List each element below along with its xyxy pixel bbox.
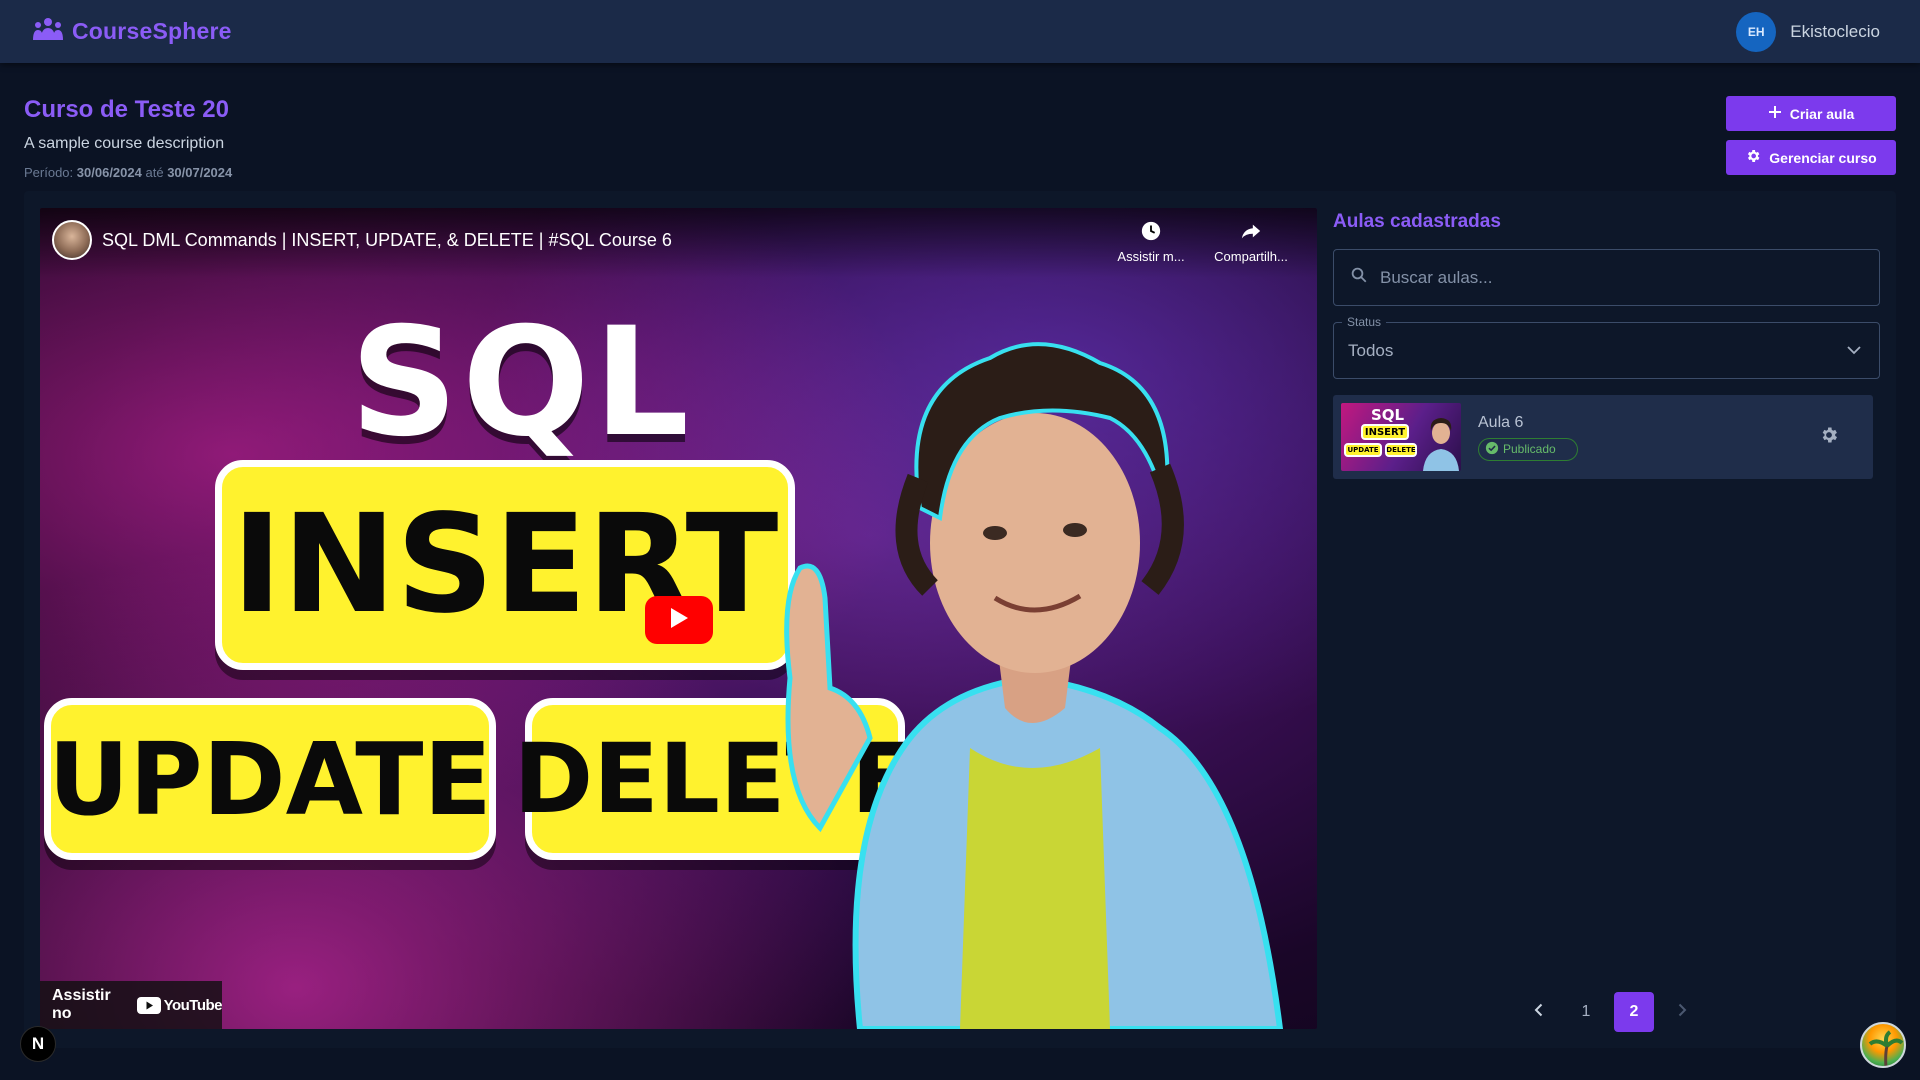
course-description: A sample course description bbox=[24, 135, 225, 152]
share-arrow-icon bbox=[1240, 224, 1262, 245]
dev-tools-badge[interactable]: N bbox=[20, 1026, 56, 1062]
clock-icon bbox=[1140, 221, 1162, 245]
status-select[interactable]: Status Todos bbox=[1333, 315, 1880, 379]
user-menu[interactable]: EH Ekistoclecio bbox=[1736, 11, 1880, 52]
palm-tree-icon bbox=[1868, 1030, 1904, 1066]
presenter-image bbox=[784, 342, 1284, 1029]
pagination-next-button[interactable] bbox=[1662, 992, 1702, 1032]
share-button[interactable]: Compartilh... bbox=[1206, 220, 1296, 264]
play-button[interactable] bbox=[645, 596, 713, 644]
youtube-icon bbox=[136, 996, 161, 1014]
search-input[interactable] bbox=[1380, 267, 1850, 288]
chevron-left-icon bbox=[1534, 1003, 1543, 1022]
thumbnail-update-text: UPDATE bbox=[44, 698, 496, 860]
pagination: 1 2 bbox=[1518, 992, 1702, 1032]
course-title: Curso de Teste 20 bbox=[24, 96, 229, 123]
brand[interactable]: CourseSphere bbox=[32, 16, 232, 47]
lesson-thumb-insert: INSERT bbox=[1361, 424, 1409, 440]
youtube-logo: YouTube bbox=[136, 996, 223, 1014]
lesson-thumb-sql: SQL bbox=[1371, 406, 1405, 424]
pagination-prev-button[interactable] bbox=[1518, 992, 1558, 1032]
watch-later-label: Assistir m... bbox=[1117, 249, 1185, 264]
lesson-thumb-presenter bbox=[1423, 418, 1459, 471]
watch-on-youtube-button[interactable]: Assistir no YouTube bbox=[40, 981, 223, 1029]
gear-icon bbox=[1745, 148, 1761, 167]
lesson-card[interactable]: SQL INSERT UPDATE DELETE Aula 6 Publicad… bbox=[1333, 395, 1873, 479]
period-label: Período: bbox=[24, 165, 74, 180]
brand-name: CourseSphere bbox=[72, 18, 232, 44]
user-name: Ekistoclecio bbox=[1790, 21, 1880, 41]
play-icon bbox=[669, 607, 689, 634]
status-selected-value: Todos bbox=[1348, 340, 1394, 360]
thumbnail-sql-text: SQL bbox=[350, 296, 694, 470]
lesson-search[interactable] bbox=[1333, 249, 1880, 306]
watch-later-button[interactable]: Assistir m... bbox=[1106, 220, 1196, 264]
lesson-name: Aula 6 bbox=[1478, 413, 1524, 431]
pagination-page-2[interactable]: 2 bbox=[1614, 992, 1654, 1032]
app-header: CourseSphere EH Ekistoclecio bbox=[0, 0, 1920, 63]
status-badge-label: Publicado bbox=[1503, 442, 1556, 456]
floating-avatar-button[interactable] bbox=[1860, 1022, 1906, 1068]
people-group-icon bbox=[32, 16, 64, 47]
video-title[interactable]: SQL DML Commands | INSERT, UPDATE, & DEL… bbox=[102, 230, 672, 251]
lesson-thumb-delete: DELETE bbox=[1385, 443, 1417, 457]
user-avatar[interactable]: EH bbox=[1736, 11, 1777, 52]
video-player[interactable]: SQL INSERT UPDATE DELETE SQL DML Command… bbox=[40, 208, 1317, 1029]
lesson-info: Aula 6 Publicado bbox=[1478, 414, 1578, 461]
period-between: até bbox=[145, 165, 164, 180]
period-start: 30/06/2024 bbox=[76, 165, 142, 180]
status-badge: Publicado bbox=[1478, 437, 1578, 461]
pagination-page-1[interactable]: 1 bbox=[1566, 992, 1606, 1032]
status-label: Status bbox=[1342, 315, 1387, 329]
create-lesson-button[interactable]: Criar aula bbox=[1726, 96, 1896, 131]
manage-course-label: Gerenciar curso bbox=[1769, 149, 1877, 166]
chevron-right-icon bbox=[1678, 1003, 1687, 1022]
lessons-section-title: Aulas cadastradas bbox=[1333, 211, 1501, 232]
check-circle-icon bbox=[1485, 441, 1499, 458]
create-lesson-label: Criar aula bbox=[1789, 105, 1855, 122]
gear-icon bbox=[1822, 427, 1837, 443]
period-end: 30/07/2024 bbox=[167, 165, 233, 180]
lesson-settings-button[interactable] bbox=[1819, 425, 1843, 449]
youtube-wordmark: YouTube bbox=[163, 996, 223, 1014]
share-label: Compartilh... bbox=[1214, 249, 1288, 264]
manage-course-button[interactable]: Gerenciar curso bbox=[1726, 140, 1896, 175]
search-icon bbox=[1350, 266, 1368, 289]
plus-icon bbox=[1768, 105, 1782, 122]
watch-on-label: Assistir no bbox=[52, 987, 111, 1022]
chevron-down-icon bbox=[1847, 342, 1861, 360]
lesson-thumb-update: UPDATE bbox=[1344, 443, 1382, 457]
lesson-thumbnail: SQL INSERT UPDATE DELETE bbox=[1341, 403, 1461, 471]
channel-avatar[interactable] bbox=[52, 220, 92, 260]
course-period: Período: 30/06/2024 até 30/07/2024 bbox=[24, 165, 232, 180]
